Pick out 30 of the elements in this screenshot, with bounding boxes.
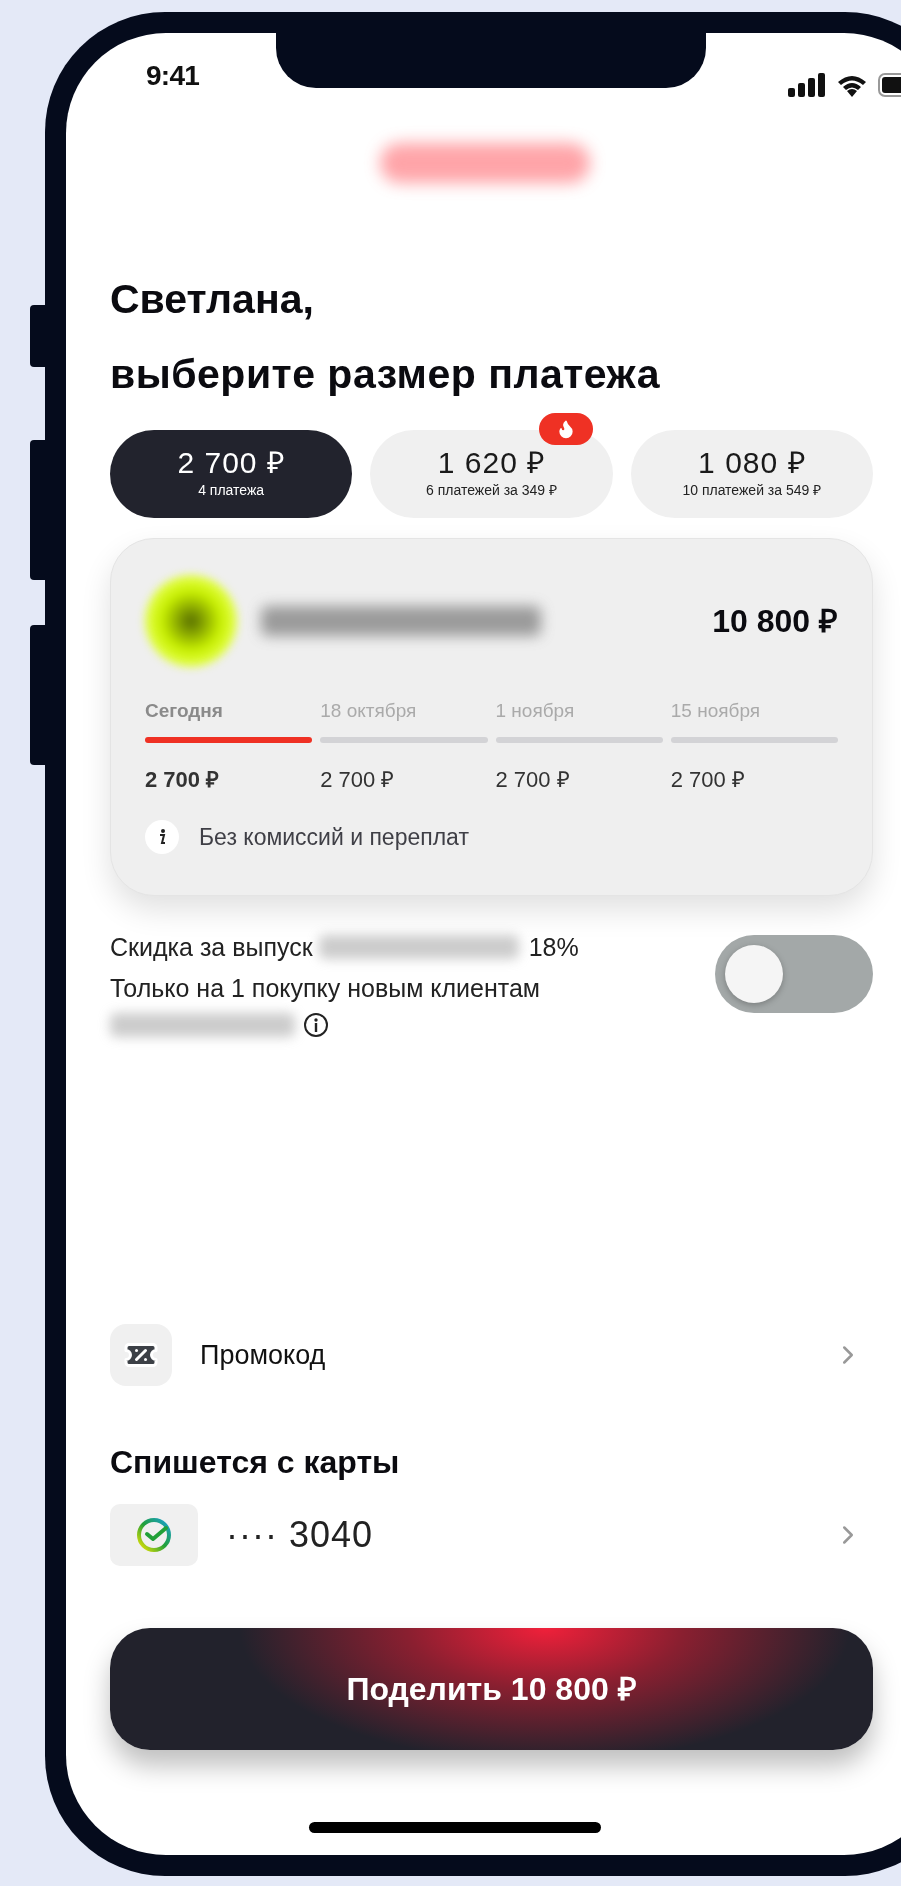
total-amount: 10 800 ₽	[712, 601, 838, 641]
plan-option[interactable]: 1 080 ₽ 10 платежей за 549 ₽	[630, 429, 873, 518]
payment-date: 1 ноября	[495, 698, 576, 723]
submit-button[interactable]: Поделить 10 800 ₽	[110, 1628, 873, 1750]
discount-text: Скидка за выпуск	[110, 931, 313, 963]
info-icon	[303, 1011, 329, 1038]
card-number: ···· 3040	[226, 1513, 374, 1557]
card-row[interactable]: ···· 3040	[110, 1504, 873, 1566]
signal-icon	[788, 73, 826, 97]
payment-amount: 2 700 ₽	[145, 766, 221, 795]
plan-option[interactable]: 1 620 ₽ 6 платежей за 349 ₽	[370, 429, 613, 518]
info-icon	[145, 820, 179, 855]
payment-date: 18 октября	[320, 698, 418, 723]
heading: выберите размер платежа	[110, 350, 661, 400]
promo-code-row[interactable]: Промокод	[110, 1324, 873, 1386]
payment-date: 15 ноября	[670, 698, 762, 723]
info-text: Без комиссий и переплат	[199, 823, 469, 853]
plan-option[interactable]: 2 700 ₽ 4 платежа	[110, 429, 353, 518]
payment-amount: 2 700 ₽	[320, 766, 396, 795]
payment-amount: 2 700 ₽	[495, 766, 571, 795]
heading: Светлана,	[110, 275, 315, 324]
section-title: Спишется с карты	[110, 1443, 401, 1482]
promo-label: Промокод	[200, 1338, 326, 1372]
discount-value: 18%	[528, 931, 579, 963]
wifi-icon	[836, 73, 868, 97]
discount-text: Только на 1 покупку новым клиентам	[110, 972, 542, 1004]
payment-amount: 2 700 ₽	[670, 766, 746, 795]
check-circle-icon	[135, 1516, 173, 1554]
status-time: 9:41	[146, 59, 200, 93]
payment-date: Сегодня	[145, 698, 224, 723]
